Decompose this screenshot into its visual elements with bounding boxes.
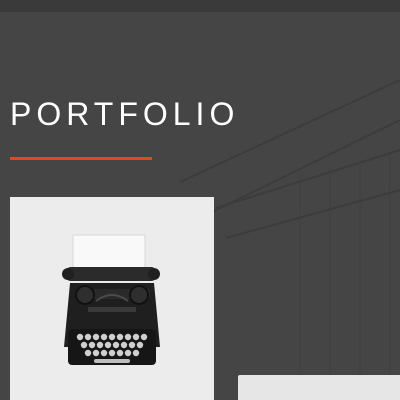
typewriter-image bbox=[10, 197, 214, 400]
page-title: PORTFOLIO bbox=[10, 96, 240, 132]
portfolio-item-typewriter[interactable] bbox=[10, 197, 214, 400]
portfolio-item-2[interactable] bbox=[238, 375, 400, 400]
title-underline bbox=[10, 157, 152, 160]
